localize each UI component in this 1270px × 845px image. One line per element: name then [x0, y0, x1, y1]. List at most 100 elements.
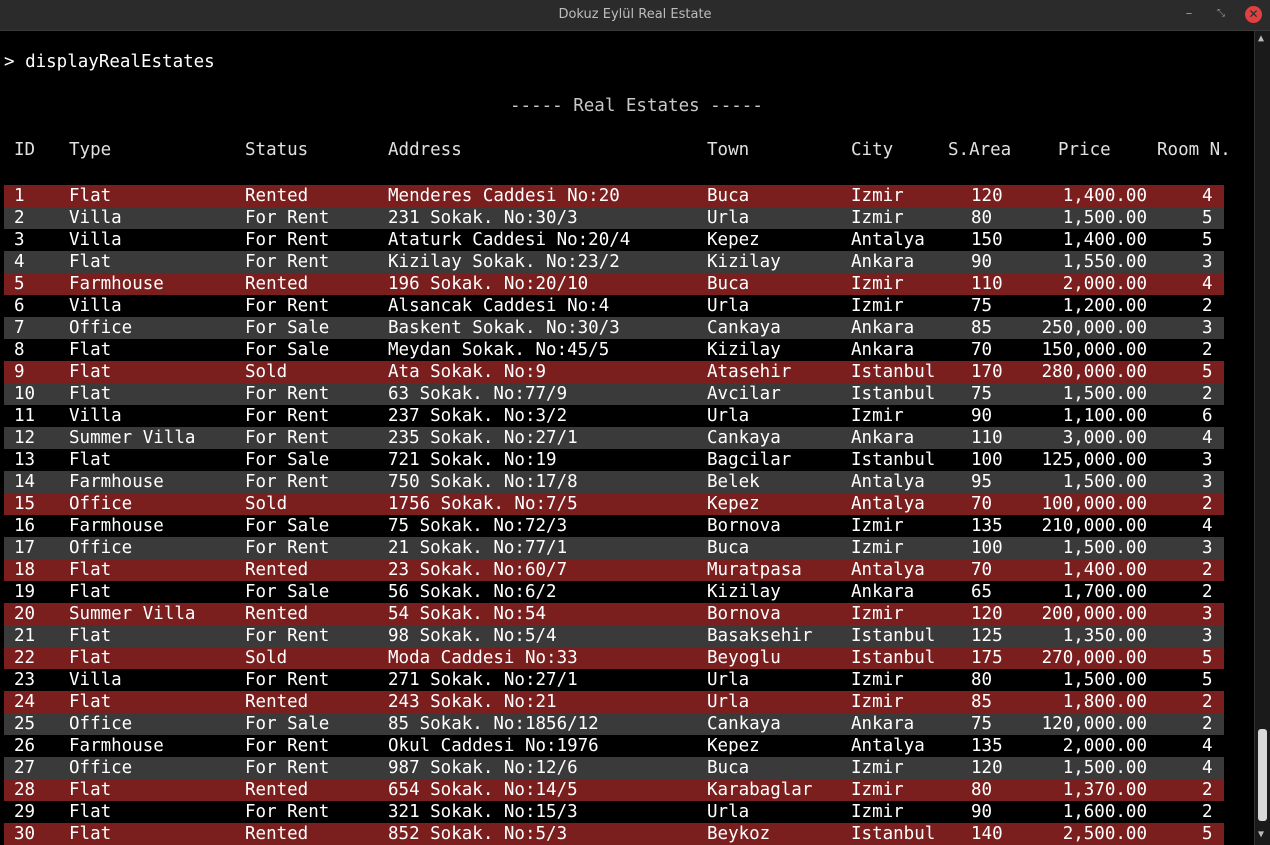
- table-row: 8 Flat For Sale Meydan Sokak. No:45/5 Kizila…: [4, 339, 1224, 361]
- cell-address: Alsancak Caddesi No:4: [388, 296, 610, 316]
- terminal-output[interactable]: > displayRealEstates ----- Real Estates …: [0, 31, 1254, 845]
- cell-price: 200,000.00: [1041, 604, 1147, 624]
- command-prompt: > displayRealEstates: [4, 52, 215, 72]
- cell-status: For Rent: [245, 384, 330, 404]
- cell-room-number: 5: [1202, 230, 1213, 250]
- cell-id: 10: [14, 384, 36, 404]
- scrollbar-thumb[interactable]: [1258, 729, 1267, 821]
- cell-type: Farmhouse: [69, 736, 164, 756]
- cell-status: For Rent: [245, 252, 330, 272]
- scroll-down-icon[interactable]: ▼: [1258, 829, 1264, 840]
- title-bar[interactable]: Dokuz Eylül Real Estate – ⤡ ✕: [0, 0, 1270, 31]
- cell-city: Istanbul: [851, 362, 936, 382]
- cell-status: Rented: [245, 692, 309, 712]
- cell-price: 1,500.00: [1062, 208, 1147, 228]
- cell-id: 23: [14, 670, 36, 690]
- cell-surface-area: 110: [971, 274, 1003, 294]
- cell-id: 17: [14, 538, 36, 558]
- cell-surface-area: 90: [971, 252, 993, 272]
- terminal-window: Dokuz Eylül Real Estate – ⤡ ✕ > displayR…: [0, 0, 1270, 845]
- cell-city: Istanbul: [851, 648, 936, 668]
- cell-room-number: 2: [1202, 802, 1213, 822]
- cell-surface-area: 80: [971, 208, 993, 228]
- cell-address: 75 Sokak. No:72/3: [388, 516, 568, 536]
- cell-id: 19: [14, 582, 36, 602]
- cell-id: 6: [14, 296, 25, 316]
- table-row: 26 Farmhouse For Rent Okul Caddesi No:1976 K…: [4, 735, 1224, 757]
- cell-type: Villa: [69, 208, 122, 228]
- cell-id: 30: [14, 824, 36, 844]
- cell-room-number: 3: [1202, 604, 1213, 624]
- cell-type: Summer Villa: [69, 428, 196, 448]
- minimize-icon[interactable]: –: [1181, 6, 1197, 22]
- vertical-scrollbar[interactable]: ▲ ▼: [1254, 31, 1270, 845]
- cell-surface-area: 90: [971, 802, 993, 822]
- cell-surface-area: 70: [971, 560, 993, 580]
- table-row: 15 Office Sold 1756 Sokak. No:7/5 Kepez Antal…: [4, 493, 1224, 515]
- cell-town: Kizilay: [707, 252, 781, 272]
- cell-room-number: 3: [1202, 538, 1213, 558]
- cell-surface-area: 150: [971, 230, 1003, 250]
- close-icon[interactable]: ✕: [1245, 6, 1262, 23]
- restore-icon[interactable]: ⤡: [1213, 6, 1229, 22]
- cell-id: 12: [14, 428, 36, 448]
- cell-room-number: 5: [1202, 824, 1213, 844]
- cell-surface-area: 170: [971, 362, 1003, 382]
- cell-town: Urla: [707, 296, 750, 316]
- cell-type: Flat: [69, 362, 112, 382]
- cell-surface-area: 120: [971, 186, 1003, 206]
- cell-type: Flat: [69, 626, 112, 646]
- cell-room-number: 4: [1202, 186, 1213, 206]
- cell-status: For Rent: [245, 406, 330, 426]
- cell-town: Atasehir: [707, 362, 792, 382]
- table-row: 17 Office For Rent 21 Sokak. No:77/1 Buca Izm…: [4, 537, 1224, 559]
- cell-surface-area: 75: [971, 714, 993, 734]
- cell-price: 2,000.00: [1062, 274, 1147, 294]
- window-title: Dokuz Eylül Real Estate: [558, 7, 712, 22]
- cell-type: Villa: [69, 406, 122, 426]
- cell-status: For Sale: [245, 516, 330, 536]
- column-header-city: City: [851, 140, 894, 160]
- cell-address: 721 Sokak. No:19: [388, 450, 557, 470]
- cell-address: 987 Sokak. No:12/6: [388, 758, 578, 778]
- cell-type: Flat: [69, 384, 112, 404]
- cell-address: 21 Sokak. No:77/1: [388, 538, 568, 558]
- cell-city: Antalya: [851, 472, 925, 492]
- table-row: 25 Office For Sale 85 Sokak. No:1856/12 Cank…: [4, 713, 1224, 735]
- cell-type: Summer Villa: [69, 604, 196, 624]
- cell-surface-area: 65: [971, 582, 993, 602]
- scroll-up-icon[interactable]: ▲: [1258, 33, 1264, 44]
- cell-id: 20: [14, 604, 36, 624]
- cell-type: Office: [69, 538, 133, 558]
- cell-id: 14: [14, 472, 36, 492]
- column-header-surface-area: S.Area: [948, 140, 1012, 160]
- cell-status: Rented: [245, 824, 309, 844]
- cell-type: Villa: [69, 670, 122, 690]
- cell-surface-area: 70: [971, 340, 993, 360]
- cell-price: 1,700.00: [1062, 582, 1147, 602]
- cell-type: Office: [69, 758, 133, 778]
- cell-address: Ataturk Caddesi No:20/4: [388, 230, 631, 250]
- cell-address: 63 Sokak. No:77/9: [388, 384, 568, 404]
- cell-town: Kizilay: [707, 340, 781, 360]
- listing-heading: ----- Real Estates -----: [510, 96, 763, 116]
- cell-town: Beykoz: [707, 824, 771, 844]
- cell-town: Karabaglar: [707, 780, 813, 800]
- cell-room-number: 4: [1202, 758, 1213, 778]
- cell-type: Flat: [69, 692, 112, 712]
- column-header-price: Price: [1058, 140, 1111, 160]
- cell-price: 270,000.00: [1041, 648, 1147, 668]
- cell-town: Kepez: [707, 736, 760, 756]
- cell-town: Urla: [707, 802, 750, 822]
- table-row: 24 Flat Rented 243 Sokak. No:21 Urla Izmir 85 1…: [4, 691, 1224, 713]
- table-row: 1 Flat Rented Menderes Caddesi No:20 Buca Izm…: [4, 185, 1224, 207]
- cell-town: Belek: [707, 472, 760, 492]
- cell-type: Flat: [69, 802, 112, 822]
- cell-id: 2: [14, 208, 25, 228]
- column-header-town: Town: [707, 140, 750, 160]
- cell-status: For Rent: [245, 736, 330, 756]
- cell-address: 231 Sokak. No:30/3: [388, 208, 578, 228]
- cell-address: 23 Sokak. No:60/7: [388, 560, 568, 580]
- cell-status: Rented: [245, 604, 309, 624]
- column-header-room-number: Room N.: [1157, 140, 1231, 160]
